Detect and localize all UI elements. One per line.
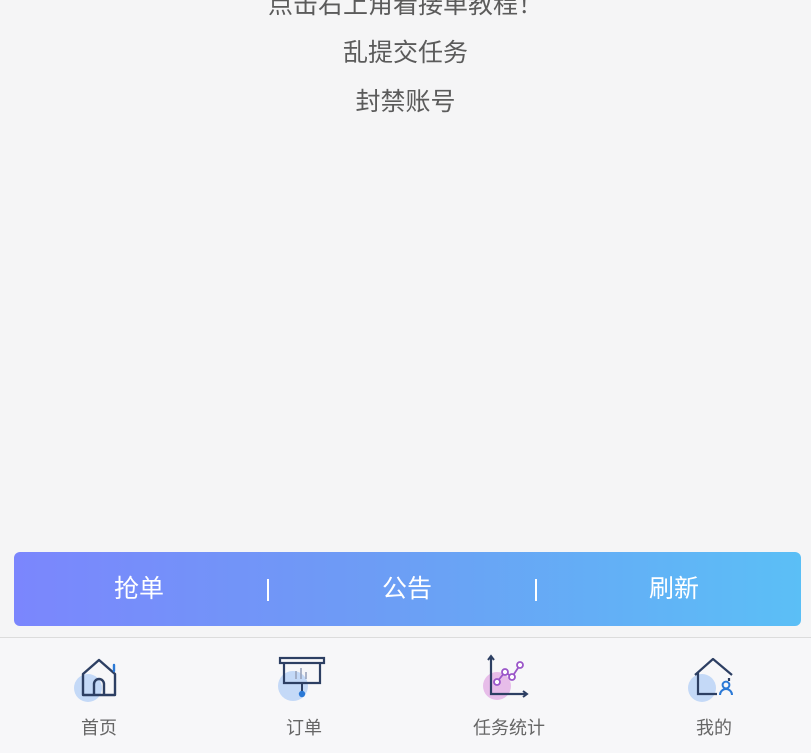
tab-task-stats-label: 任务统计 bbox=[473, 718, 545, 739]
tab-me-label: 我的 bbox=[696, 718, 732, 739]
tab-orders[interactable]: 订单 bbox=[234, 638, 374, 753]
notice-line-tutorial: 点击右上角看接单教程！ bbox=[267, 0, 543, 19]
order-board-icon bbox=[278, 656, 326, 701]
announcement-button[interactable]: 公告 bbox=[342, 552, 472, 626]
action-separator bbox=[535, 579, 537, 601]
tab-me[interactable]: 我的 bbox=[644, 638, 784, 753]
tab-home[interactable]: 首页 bbox=[29, 638, 169, 753]
stats-chart-icon bbox=[483, 654, 529, 700]
tab-orders-label: 订单 bbox=[286, 718, 322, 739]
grab-order-button[interactable]: 抢单 bbox=[74, 552, 204, 626]
notice-line-warning: 乱提交任务 bbox=[342, 38, 468, 67]
tab-home-label: 首页 bbox=[81, 718, 117, 739]
action-bar: 抢单 公告 刷新 bbox=[14, 552, 801, 626]
home-icon bbox=[74, 658, 117, 702]
action-separator bbox=[267, 579, 269, 601]
notice-line-ban: 封禁账号 bbox=[355, 87, 456, 116]
bottom-tab-bar: 首页 订单 任务统计 我的 bbox=[0, 637, 811, 753]
tab-task-stats[interactable]: 任务统计 bbox=[439, 638, 579, 753]
refresh-button[interactable]: 刷新 bbox=[609, 552, 739, 626]
profile-house-icon bbox=[688, 657, 733, 702]
